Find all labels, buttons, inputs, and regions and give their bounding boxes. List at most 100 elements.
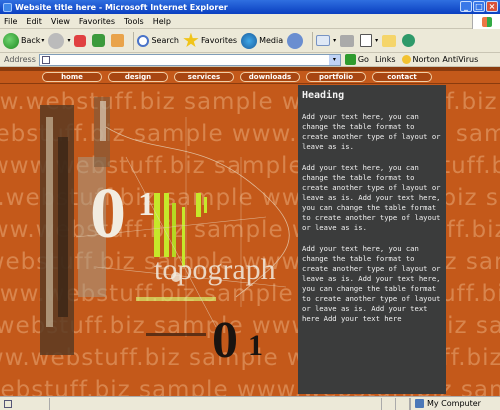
art-stripe [100,101,106,141]
window-controls: _ □ × [460,1,498,12]
edit-dropdown-icon[interactable]: ▾ [375,37,378,44]
menu-file[interactable]: File [4,17,17,26]
art-digit-one-small: 1 [248,329,263,362]
nav-portfolio[interactable]: portfolio [306,72,366,82]
go-button[interactable]: Go [344,54,369,65]
history-icon [287,32,304,49]
star-icon [183,32,199,48]
menu-tools[interactable]: Tools [124,17,144,26]
minimize-button[interactable]: _ [460,1,472,12]
favorites-button[interactable]: Favorites [183,32,238,49]
messenger-icon [402,34,416,47]
grunge-artwork: 0 1 topograph 0 1 [40,97,290,363]
back-dropdown-icon[interactable]: ▾ [41,37,44,44]
favorites-label: Favorites [200,36,238,45]
print-button[interactable] [340,34,356,47]
security-zone: My Computer [410,397,500,410]
address-label: Address [4,55,36,64]
art-stripe [58,137,68,317]
lime-bar [172,203,176,257]
art-dot [171,272,181,282]
art-column [40,105,74,355]
title-bar: Website title here - Microsoft Internet … [0,0,500,14]
windows-flag-icon [481,16,492,27]
messenger-button[interactable] [402,34,417,47]
zone-label: My Computer [427,399,481,408]
refresh-button[interactable] [92,34,107,47]
go-label: Go [357,55,369,64]
home-icon [111,34,125,47]
menu-edit[interactable]: Edit [26,17,42,26]
norton-icon [401,55,411,64]
page-viewport[interactable]: home design services downloads portfolio… [0,67,500,396]
content-panel: Heading Add your text here, you can chan… [298,85,446,394]
art-word: topograph [154,253,276,286]
links-button[interactable]: Links [375,55,396,64]
close-button[interactable]: × [486,1,498,12]
back-button[interactable]: Back ▾ [3,32,44,49]
maximize-button[interactable]: □ [473,1,485,12]
page-icon [4,399,12,408]
content-paragraph: Add your text here, you can change the t… [302,112,441,151]
back-label: Back [21,36,41,45]
norton-button[interactable]: Norton AntiVirus [401,55,478,64]
lime-bar [196,193,201,217]
toolbar-separator [312,31,314,50]
mail-dropdown-icon[interactable]: ▾ [333,37,336,44]
content-paragraph: Add your text here, you can change the t… [302,163,441,232]
menu-help[interactable]: Help [153,17,171,26]
lime-line [136,297,216,301]
search-icon [137,34,150,47]
status-bar: My Computer [0,396,500,410]
nav-home[interactable]: home [42,72,102,82]
window-title: Website title here - Microsoft Internet … [15,2,228,12]
stop-icon [74,34,87,47]
media-label: Media [259,36,284,45]
refresh-icon [92,34,106,47]
mail-icon [316,35,331,46]
menu-bar: File Edit View Favorites Tools Help [0,14,500,29]
art-bar [146,333,206,336]
folder-icon [382,34,397,47]
windows-logo [472,14,500,29]
forward-button[interactable]: ▾ [48,32,70,49]
address-bar: Address ▾ Go Links Norton AntiVirus [0,53,500,67]
printer-icon [340,34,355,47]
menu-view[interactable]: View [51,17,70,26]
mail-button[interactable]: ▾ [316,35,336,46]
status-cell [368,397,382,410]
edit-button[interactable]: ▾ [360,34,378,47]
toolbar-separator [133,31,135,50]
status-cell [382,397,396,410]
computer-icon [415,399,424,408]
history-button[interactable] [287,32,305,49]
forward-arrow-icon [48,32,65,49]
nav-downloads[interactable]: downloads [240,72,300,82]
content-paragraph: Add your text here, you can change the t… [302,244,441,323]
go-arrow-icon [344,54,356,65]
lime-bar [204,197,207,213]
art-stripe [46,117,53,327]
menu-favorites[interactable]: Favorites [79,17,115,26]
forward-dropdown-icon[interactable]: ▾ [67,37,70,44]
search-label: Search [151,36,179,45]
search-button[interactable]: Search [137,34,179,47]
content-heading: Heading [302,90,345,101]
page-icon [41,55,50,64]
art-digit-zero-small: 0 [212,312,238,363]
back-arrow-icon [3,32,19,49]
address-dropdown-icon[interactable]: ▾ [328,54,340,65]
home-button[interactable] [111,34,126,47]
ie-icon [3,2,12,12]
art-digit-one: 1 [138,186,155,223]
nav-design[interactable]: design [108,72,168,82]
folder-button[interactable] [382,34,398,47]
nav-services[interactable]: services [174,72,234,82]
status-page-area [0,397,50,410]
media-button[interactable]: Media [241,32,284,49]
stop-button[interactable] [74,34,88,47]
nav-contact[interactable]: contact [372,72,432,82]
art-digit-zero: 0 [90,173,126,253]
address-input[interactable]: ▾ [38,53,341,66]
edit-document-icon [360,34,373,47]
